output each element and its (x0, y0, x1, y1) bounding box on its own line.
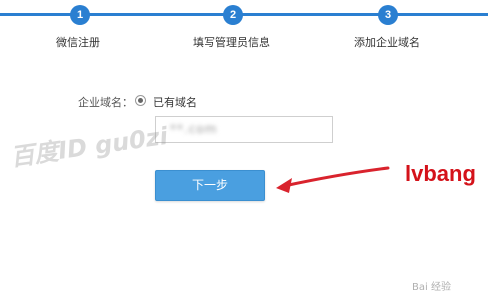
baidu-id-watermark: 百度ID gu0zi (8, 121, 170, 172)
step-3-label: 添加企业域名 (354, 36, 420, 49)
domain-input-value: **.com (170, 122, 218, 136)
domain-label: 企业域名： (78, 96, 133, 109)
existing-domain-radio[interactable] (135, 95, 146, 106)
brand-watermark: lvbang (405, 161, 476, 186)
existing-domain-radio-label[interactable]: 已有域名 (153, 94, 197, 110)
baidu-jingyan-logo: Bai 经验 (412, 282, 451, 293)
domain-input[interactable]: **.com (155, 116, 333, 143)
step-1-label: 微信注册 (56, 36, 100, 49)
step-3-number: 3 (378, 5, 398, 25)
next-step-button[interactable]: 下一步 (155, 170, 265, 201)
step-2-number: 2 (223, 5, 243, 25)
step-1-number: 1 (70, 5, 90, 25)
progress-stepper: 1 微信注册 2 填写管理员信息 3 添加企业域名 (0, 0, 488, 60)
red-arrow-annotation (276, 166, 390, 193)
step-2-label: 填写管理员信息 (193, 36, 270, 49)
